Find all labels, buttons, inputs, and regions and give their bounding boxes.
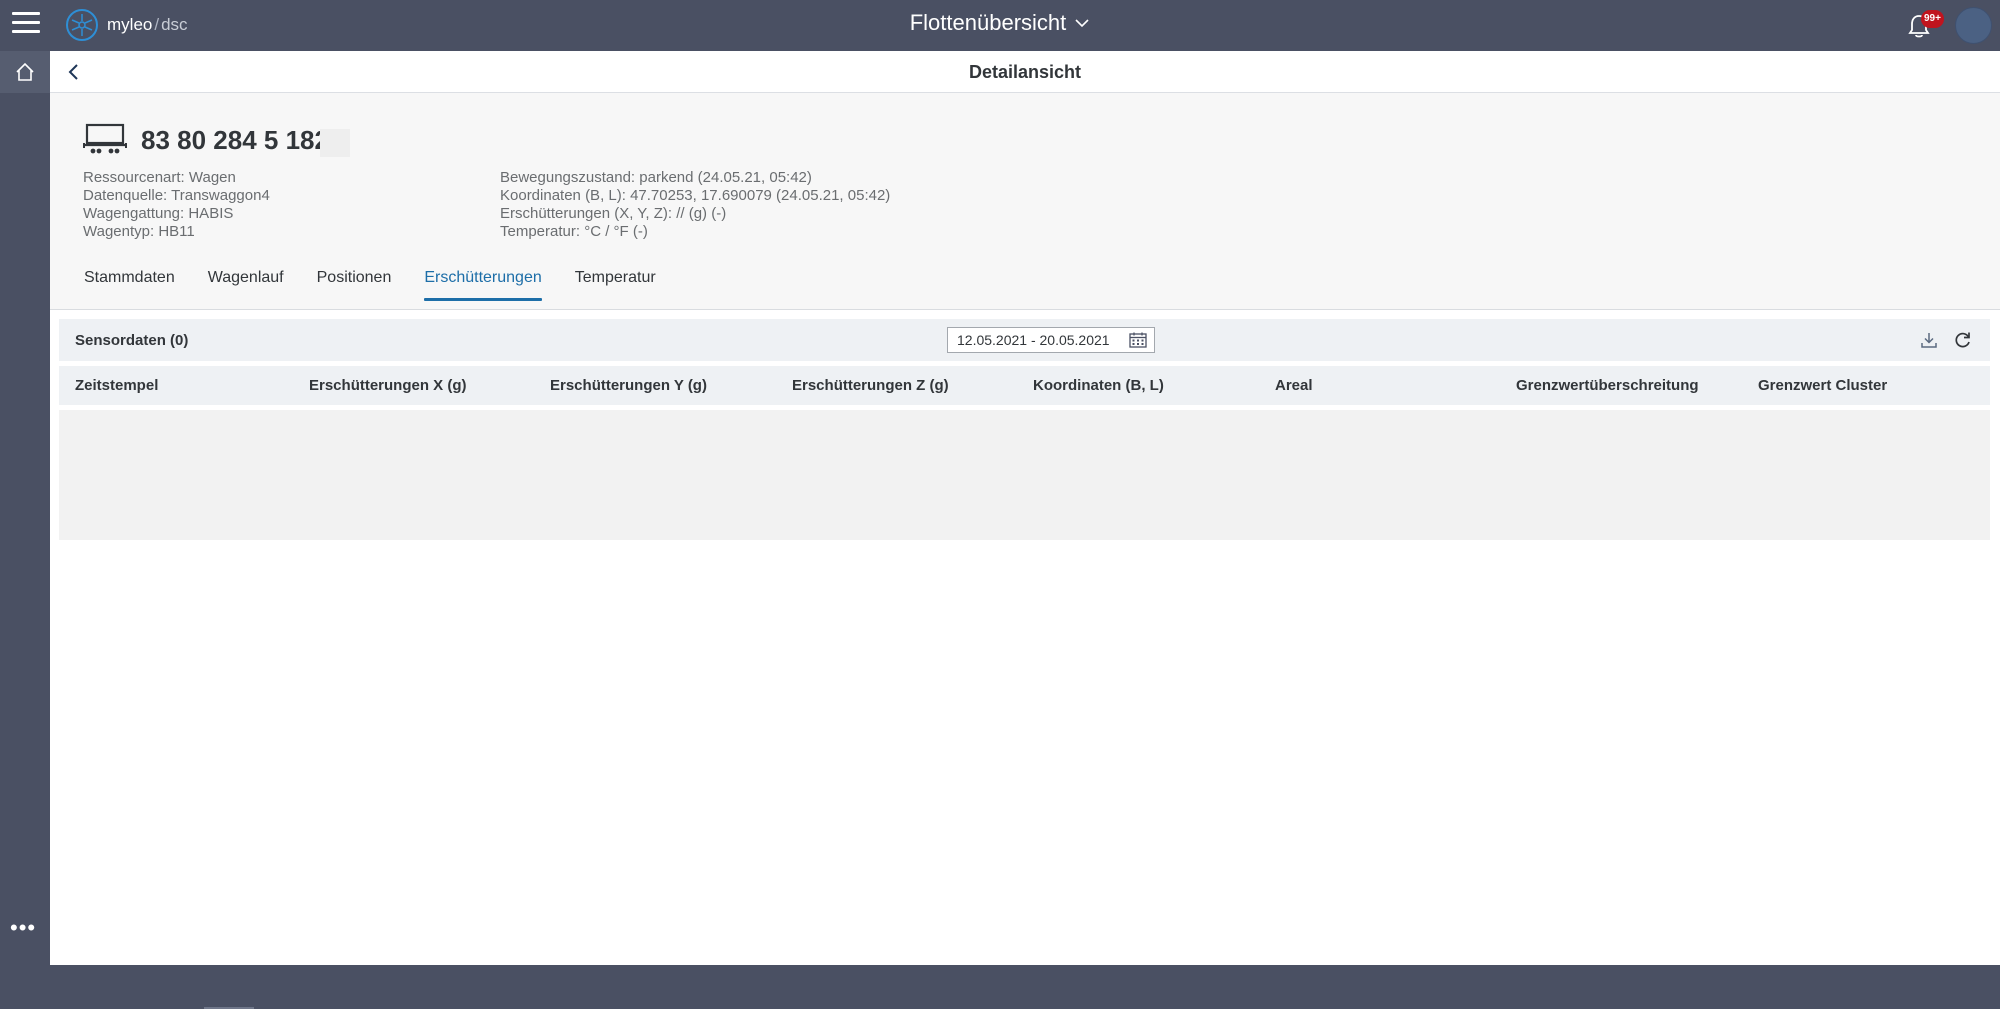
attribute-movement-state: Bewegungszustand: parkend (24.05.21, 05:… xyxy=(500,169,812,186)
calendar-icon[interactable] xyxy=(1129,332,1147,348)
attribute-temperature: Temperatur: °C / °F (-) xyxy=(500,223,648,240)
app-title: Flottenübersicht xyxy=(909,10,1067,35)
column-koordinaten[interactable]: Koordinaten (B, L) xyxy=(1033,377,1164,394)
attribute-wagon-class: Wagengattung: HABIS xyxy=(83,205,234,222)
column-zeitstempel[interactable]: Zeitstempel xyxy=(75,377,158,394)
attribute-data-source: Datenquelle: Transwaggon4 xyxy=(83,187,270,204)
attribute-wagon-type: Wagentyp: HB11 xyxy=(83,223,195,240)
bottom-bar xyxy=(0,965,2000,1009)
object-title: 83 80 284 5 182 xyxy=(141,125,329,155)
object-header: 83 80 284 5 182 Ressourcenart: Wagen Dat… xyxy=(50,93,2000,310)
avatar[interactable] xyxy=(1955,7,1992,44)
table-body-empty xyxy=(59,410,1990,540)
chevron-down-icon xyxy=(1075,19,1089,28)
tab-stammdaten[interactable]: Stammdaten xyxy=(84,269,191,299)
date-range-value: 12.05.2021 - 20.05.2021 xyxy=(957,332,1110,348)
sensor-toolbar: Sensordaten (0) 12.05.2021 - 20.05.2021 xyxy=(59,319,1990,361)
tab-bar: Stammdaten Wagenlauf Positionen Erschütt… xyxy=(84,269,673,301)
app-title-dropdown[interactable]: Flottenübersicht xyxy=(0,10,2000,36)
top-bar: myleo / dsc Flottenübersicht 99+ xyxy=(0,0,2000,51)
object-attributes-right: Bewegungszustand: parkend (24.05.21, 05:… xyxy=(500,169,890,241)
tab-positionen[interactable]: Positionen xyxy=(301,269,408,299)
attribute-vibrations: Erschütterungen (X, Y, Z): // (g) (-) xyxy=(500,205,727,222)
tab-wagenlauf[interactable]: Wagenlauf xyxy=(192,269,300,299)
home-button[interactable] xyxy=(0,51,50,93)
attribute-coordinates: Koordinaten (B, L): 47.70253, 17.690079 … xyxy=(500,187,891,204)
notification-badge: 99+ xyxy=(1921,10,1944,28)
column-grenzwert-cluster[interactable]: Grenzwert Cluster xyxy=(1758,377,1887,394)
tab-temperatur[interactable]: Temperatur xyxy=(559,269,672,299)
tab-divider xyxy=(50,309,2000,310)
more-icon[interactable]: ••• xyxy=(10,917,36,939)
column-erschuetterungen-x[interactable]: Erschütterungen X (g) xyxy=(309,377,467,394)
page-title: Detailansicht xyxy=(968,62,1082,82)
sensor-title: Sensordaten (0) xyxy=(75,332,189,349)
title-placeholder xyxy=(320,129,350,157)
home-icon xyxy=(16,62,34,81)
download-icon[interactable] xyxy=(1919,330,1939,350)
column-erschuetterungen-z[interactable]: Erschütterungen Z (g) xyxy=(792,377,949,394)
side-navigation: ••• xyxy=(0,51,50,965)
column-grenzwertueberschreitung[interactable]: Grenzwertüberschreitung xyxy=(1516,377,1699,394)
column-erschuetterungen-y[interactable]: Erschütterungen Y (g) xyxy=(550,377,707,394)
refresh-icon[interactable] xyxy=(1953,330,1973,350)
tab-erschuetterungen[interactable]: Erschütterungen xyxy=(408,269,557,301)
date-range-picker[interactable]: 12.05.2021 - 20.05.2021 xyxy=(947,327,1155,353)
column-areal[interactable]: Areal xyxy=(1275,377,1313,394)
object-attributes-left: Ressourcenart: Wagen Datenquelle: Transw… xyxy=(83,169,270,241)
page-header: Detailansicht xyxy=(50,51,2000,93)
table-header: Zeitstempel Erschütterungen X (g) Erschü… xyxy=(59,366,1990,405)
attribute-resource-type: Ressourcenart: Wagen xyxy=(83,169,236,186)
wagon-icon xyxy=(83,123,127,154)
